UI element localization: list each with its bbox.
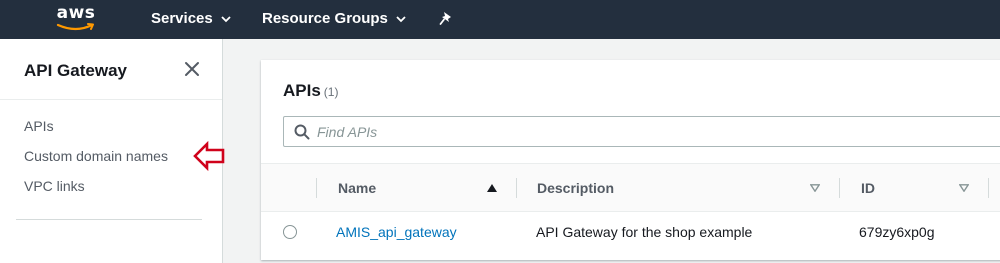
services-menu-label: Services bbox=[151, 10, 213, 27]
column-divider bbox=[988, 178, 989, 198]
aws-logo[interactable]: aws bbox=[54, 3, 98, 35]
table-header: Name Description ID bbox=[261, 163, 1000, 212]
column-divider bbox=[516, 178, 517, 198]
services-menu[interactable]: Services bbox=[151, 10, 231, 27]
aws-logo-text: aws bbox=[56, 3, 96, 23]
close-icon[interactable] bbox=[183, 60, 201, 78]
apis-panel: APIs(1) Name Description ID AMIS_api_gat… bbox=[261, 60, 1000, 260]
resource-groups-menu[interactable]: Resource Groups bbox=[262, 10, 406, 27]
pin-icon[interactable] bbox=[439, 11, 453, 27]
api-id: 679zy6xp0g bbox=[859, 224, 935, 240]
sidebar-item-custom-domain-names[interactable]: Custom domain names bbox=[24, 148, 168, 164]
search-box[interactable] bbox=[283, 116, 1000, 147]
search-input[interactable] bbox=[317, 121, 997, 143]
row-select-radio[interactable] bbox=[283, 225, 297, 239]
column-header-name[interactable]: Name bbox=[338, 180, 376, 196]
api-description: API Gateway for the shop example bbox=[536, 224, 753, 240]
column-header-id[interactable]: ID bbox=[861, 180, 875, 196]
api-name-link[interactable]: AMIS_api_gateway bbox=[336, 224, 457, 240]
panel-title: APIs (1) bbox=[283, 81, 338, 101]
resource-groups-menu-label: Resource Groups bbox=[262, 10, 388, 27]
sidebar-header-divider bbox=[0, 99, 222, 100]
column-header-description[interactable]: Description bbox=[537, 180, 614, 196]
search-icon bbox=[294, 124, 310, 140]
chevron-down-icon bbox=[396, 16, 406, 23]
top-navigation-bar: aws Services Resource Groups bbox=[0, 0, 1000, 39]
panel-title-text: APIs bbox=[283, 81, 321, 100]
api-count: (1) bbox=[323, 85, 339, 99]
column-divider bbox=[839, 178, 840, 198]
sort-ascending-icon[interactable] bbox=[487, 184, 497, 192]
sidebar: API Gateway APIs Custom domain names VPC… bbox=[0, 39, 225, 263]
aws-smile-icon bbox=[56, 23, 94, 31]
sidebar-item-vpc-links[interactable]: VPC links bbox=[24, 178, 85, 194]
table-row[interactable]: AMIS_api_gateway API Gateway for the sho… bbox=[261, 212, 1000, 256]
sort-unsorted-icon[interactable] bbox=[810, 184, 820, 192]
sidebar-title: API Gateway bbox=[24, 61, 127, 80]
sort-unsorted-icon[interactable] bbox=[959, 184, 969, 192]
sidebar-divider bbox=[16, 219, 202, 220]
column-divider bbox=[316, 178, 317, 198]
sidebar-item-apis[interactable]: APIs bbox=[24, 118, 54, 134]
annotation-arrow-icon bbox=[193, 140, 225, 172]
chevron-down-icon bbox=[221, 16, 231, 23]
